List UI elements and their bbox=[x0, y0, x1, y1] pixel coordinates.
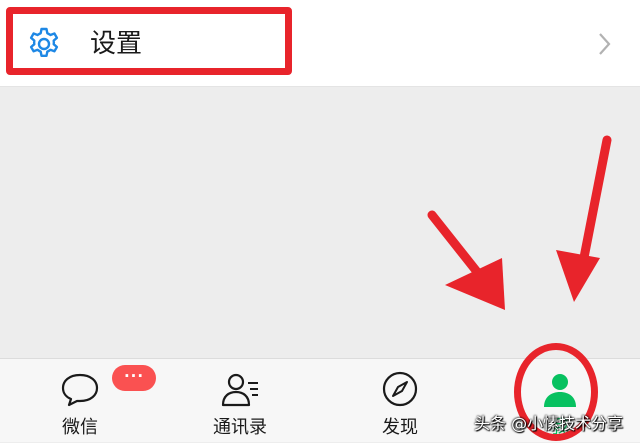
settings-highlight-box bbox=[6, 7, 292, 75]
unread-badge: ··· bbox=[112, 365, 156, 391]
watermark: 头条 @小愫技术分享 bbox=[474, 414, 624, 433]
tab-chats[interactable]: ··· 微信 bbox=[20, 359, 156, 443]
tab-discover-label: 发现 bbox=[382, 417, 418, 438]
chevron-right-icon bbox=[599, 33, 611, 55]
chat-bubble-icon bbox=[61, 373, 99, 407]
empty-content-area bbox=[0, 87, 640, 358]
tab-chats-label: 微信 bbox=[62, 417, 98, 438]
tab-contacts[interactable]: 通讯录 bbox=[180, 359, 300, 443]
tab-discover[interactable]: 发现 bbox=[340, 359, 460, 443]
tab-contacts-label: 通讯录 bbox=[213, 417, 267, 438]
contacts-icon bbox=[221, 373, 258, 407]
compass-icon bbox=[382, 371, 418, 407]
